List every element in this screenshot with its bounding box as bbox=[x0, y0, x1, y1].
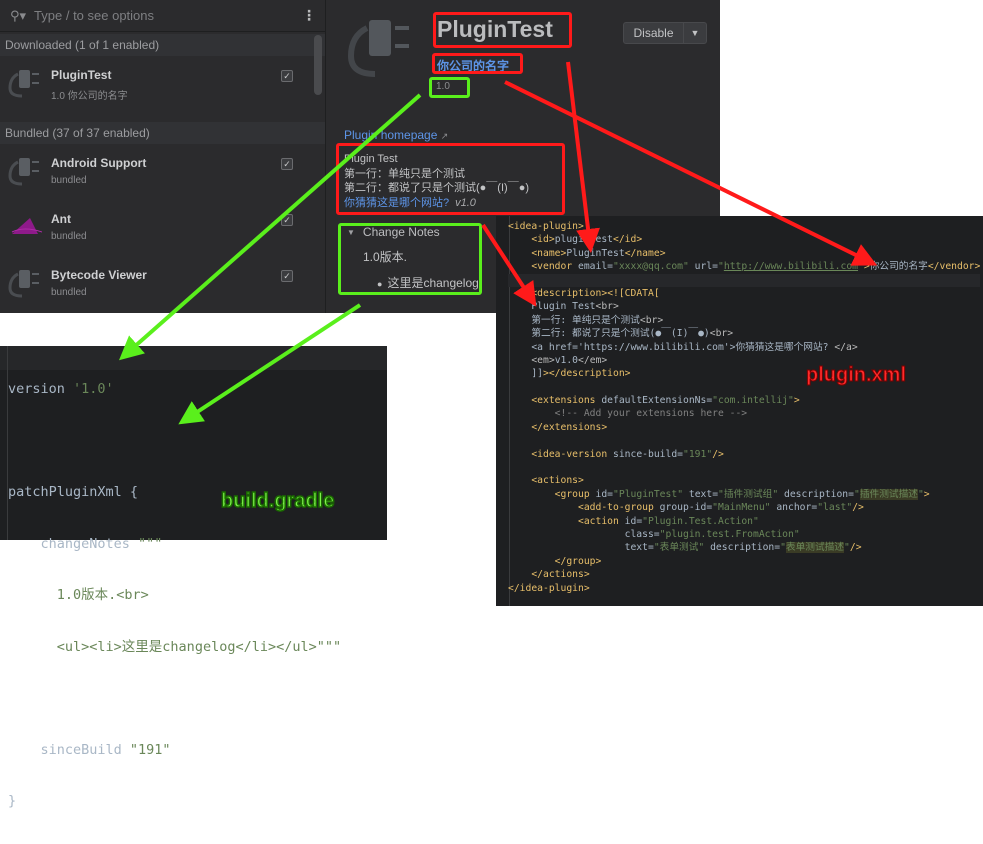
external-link-icon: ↗ bbox=[440, 131, 449, 141]
code-line: <name>PluginTest</name> bbox=[531, 247, 666, 259]
code-string: <ul><li>这里是changelog</li></ul>""" bbox=[56, 638, 342, 655]
plugin-list-item[interactable]: Bytecode Viewer bundled ✓ bbox=[0, 256, 325, 312]
xml-code: <idea-plugin> <id>plugintest</id> <name>… bbox=[508, 220, 981, 595]
homepage-label[interactable]: Plugin homepage bbox=[344, 128, 437, 142]
code-line: <em>v1.0</em> bbox=[531, 354, 608, 366]
code-line: <id>plugintest</id> bbox=[531, 234, 643, 246]
plug-icon bbox=[347, 20, 409, 77]
code-line: <description><![CDATA[ bbox=[531, 287, 660, 299]
plugin-subtitle: bundled bbox=[51, 231, 87, 242]
plugin-enabled-checkbox[interactable]: ✓ bbox=[281, 158, 293, 170]
plugin-subtitle: bundled bbox=[51, 287, 87, 298]
code-line: changeNotes """ bbox=[8, 535, 341, 555]
code-token: patchPluginXml { bbox=[8, 484, 139, 500]
plugin-list-item[interactable]: Android Support bundled ✓ bbox=[0, 144, 325, 200]
code-line: 第二行: 都说了只是个测试(●￣(I)￣●)<br> bbox=[508, 328, 734, 340]
code-line: ]]></description> bbox=[508, 368, 631, 380]
plugin-name: Android Support bbox=[51, 156, 147, 170]
code-line: <extensions defaultExtensionNs="com.inte… bbox=[531, 395, 800, 407]
plugin-name: Ant bbox=[51, 212, 71, 226]
plugin-homepage-link[interactable]: Plugin homepage ↗ bbox=[344, 128, 448, 142]
code-line: <idea-plugin> bbox=[508, 221, 584, 232]
code-line: <vendor email="xxxx@qq.com" url="http://… bbox=[531, 261, 981, 273]
annotation-box-vendor bbox=[432, 53, 523, 74]
plugin-search-bar[interactable]: ⚲▾ Type / to see options ⋮ bbox=[0, 0, 325, 32]
disable-button[interactable]: Disable ▼ bbox=[623, 22, 707, 44]
code-line: <a href='https://www.bilibili.com'>你猜猜这是… bbox=[508, 341, 858, 353]
code-line: <idea-version since-build="191"/> bbox=[531, 448, 724, 460]
list-scrollbar[interactable] bbox=[314, 35, 322, 95]
plug-icon bbox=[8, 70, 39, 98]
section-header-downloaded: Downloaded (1 of 1 enabled) bbox=[0, 34, 325, 56]
plugin-enabled-checkbox[interactable]: ✓ bbox=[281, 70, 293, 82]
code-line: sinceBuild "191" bbox=[8, 741, 341, 761]
search-icon: ⚲▾ bbox=[10, 7, 27, 23]
code-string: '1.0' bbox=[73, 381, 114, 397]
annotation-box-change-notes bbox=[338, 223, 482, 295]
annotation-box-description bbox=[336, 143, 565, 215]
gradle-code: version '1.0' patchPluginXml { changeNot… bbox=[8, 348, 341, 844]
code-line: 第一行: 单纯只是个测试<br> bbox=[508, 314, 664, 326]
code-line: version '1.0' bbox=[8, 380, 341, 400]
plugin-enabled-checkbox[interactable]: ✓ bbox=[281, 270, 293, 282]
editor-gutter bbox=[0, 346, 8, 540]
code-line: <actions> bbox=[531, 475, 584, 487]
code-line: <!-- Add your extensions here --> bbox=[508, 408, 748, 420]
code-token: } bbox=[8, 793, 17, 809]
more-vertical-icon[interactable]: ⋮ bbox=[302, 7, 316, 24]
plugin-list-item[interactable]: Ant bundled ✓ bbox=[0, 200, 325, 256]
code-line: </group> bbox=[554, 555, 602, 567]
annotation-box-version bbox=[429, 77, 470, 98]
code-line: 1.0版本.<br> bbox=[8, 586, 341, 606]
annotation-box-title bbox=[433, 12, 572, 48]
code-line: <add-to-group group-id="MainMenu" anchor… bbox=[578, 502, 864, 514]
code-line: <group id="PluginTest" text="插件测试组" desc… bbox=[554, 488, 930, 500]
code-line: Plugin Test<br> bbox=[508, 301, 619, 313]
chevron-down-icon[interactable]: ▼ bbox=[684, 28, 706, 38]
plugin-list-item[interactable]: PluginTest 1.0 你公司的名字 ✓ bbox=[0, 56, 325, 112]
code-token: sinceBuild bbox=[8, 741, 130, 758]
code-string: 1.0版本.<br> bbox=[56, 587, 149, 603]
code-token: changeNotes bbox=[8, 535, 139, 552]
code-line: } bbox=[8, 792, 341, 812]
code-line: text="表单测试" description="表单测试描述"/> bbox=[508, 542, 862, 554]
plugin-name: PluginTest bbox=[51, 68, 112, 82]
code-line: </idea-plugin> bbox=[508, 582, 590, 594]
code-line bbox=[508, 273, 981, 287]
section-header-bundled: Bundled (37 of 37 enabled) bbox=[0, 122, 325, 144]
code-line: </extensions> bbox=[531, 421, 608, 433]
disable-label[interactable]: Disable bbox=[624, 23, 684, 43]
code-string: "191" bbox=[129, 741, 171, 758]
plugin-subtitle: bundled bbox=[51, 175, 87, 186]
plugin-enabled-checkbox[interactable]: ✓ bbox=[281, 214, 293, 226]
code-line: class="plugin.test.FromAction" bbox=[508, 528, 800, 540]
code-string: """ bbox=[138, 535, 163, 552]
plugin-xml-label: plugin.xml bbox=[806, 364, 907, 387]
code-line: <ul><li>这里是changelog</li></ul>""" bbox=[8, 638, 341, 658]
plug-icon bbox=[8, 270, 39, 298]
build-gradle-label: build.gradle bbox=[220, 489, 335, 513]
plugin-subtitle: 1.0 你公司的名字 bbox=[51, 91, 128, 102]
plug-icon bbox=[8, 158, 39, 186]
plugin-xml-editor[interactable]: <idea-plugin> <id>plugintest</id> <name>… bbox=[496, 216, 983, 606]
plugin-name: Bytecode Viewer bbox=[51, 268, 147, 282]
code-line: </actions> bbox=[531, 569, 590, 581]
plugins-list-panel: ⚲▾ Type / to see options ⋮ Downloaded (1… bbox=[0, 0, 326, 313]
code-token: version bbox=[8, 381, 74, 397]
search-input[interactable]: Type / to see options bbox=[34, 8, 154, 23]
ant-logo-icon bbox=[11, 218, 42, 234]
code-line: <action id="Plugin.Test.Action" bbox=[578, 515, 759, 527]
